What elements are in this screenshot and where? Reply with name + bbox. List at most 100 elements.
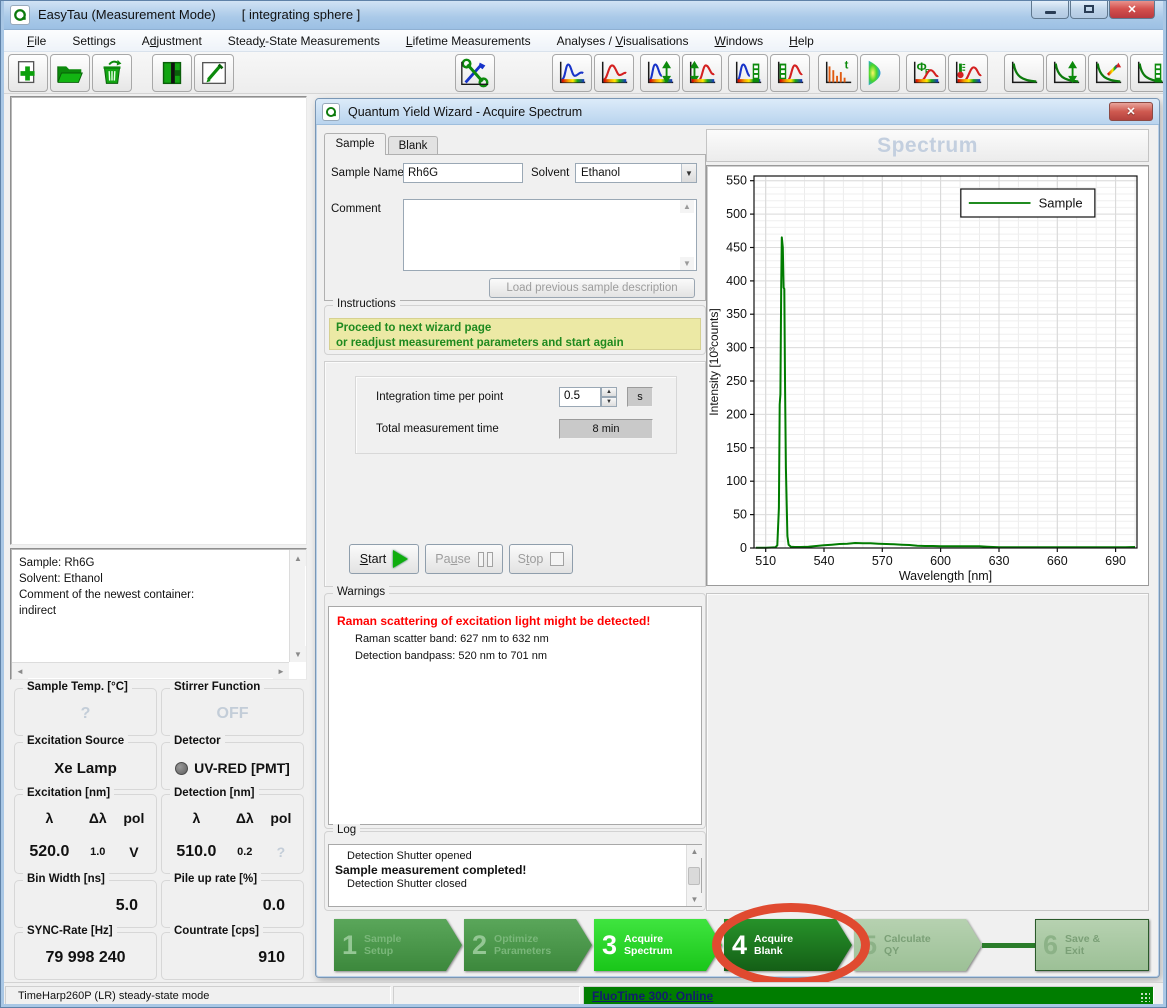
timetrace-icon[interactable]: t [818,54,858,92]
decay-movie-icon[interactable] [1130,54,1167,92]
excitation-spectrum-icon[interactable] [552,54,592,92]
step-connector [982,943,1035,948]
excitation-anisotropy-icon[interactable] [640,54,680,92]
title-bar[interactable]: EasyTau (Measurement Mode) [ integrating… [0,0,1167,30]
wizard-logo-icon [322,103,340,121]
detector-box: Detector UV-RED [PMT] [161,742,304,790]
menu-lifetime[interactable]: Lifetime Measurements [393,31,544,51]
menu-steady-state[interactable]: Steady-State Measurements [215,31,393,51]
temperature-series-icon[interactable] [948,54,988,92]
delete-icon[interactable] [92,54,132,92]
minimize-button[interactable] [1031,0,1069,19]
svg-text:690: 690 [1105,554,1126,568]
menu-settings[interactable]: Settings [59,31,128,51]
vertical-scrollbar[interactable]: ▲ ▼ [289,550,305,662]
scroll-up-icon[interactable]: ▲ [290,550,306,566]
stirrer-title: Stirrer Function [170,681,264,693]
minimize-icon [1045,11,1056,14]
svg-text:Intensity [10³counts]: Intensity [10³counts] [707,308,721,415]
emission-movie-icon[interactable] [770,54,810,92]
log-content: Detection Shutter opened Sample measurem… [328,844,702,907]
warning-detail: Raman scatter band: 627 nm to 632 nm [337,633,693,645]
quantum-yield-wizard-dialog: Quantum Yield Wizard - Acquire Spectrum … [315,98,1160,978]
sync-rate-title: SYNC-Rate [Hz] [23,925,117,937]
spinner-up-icon[interactable]: ▲ [601,387,617,397]
emission-spectrum-icon[interactable] [594,54,634,92]
sample-compartment-icon[interactable] [152,54,192,92]
open-file-icon[interactable] [50,54,90,92]
sample-name-input[interactable] [403,163,523,183]
svg-text:Sample: Sample [1039,196,1083,211]
step-calculate-qy[interactable]: 5CalculateQY [854,919,982,971]
excitation-movie-icon[interactable] [728,54,768,92]
scroll-up-icon[interactable]: ▲ [687,845,702,858]
integration-time-input[interactable]: 0.5 [559,387,601,407]
pause-button: Pause [425,544,503,574]
pileup-value: 0.0 [166,889,299,923]
svg-text:t: t [845,59,849,71]
stop-icon [550,552,564,566]
quantum-yield-icon[interactable]: ΦF [906,54,946,92]
sample-temp-title: Sample Temp. [°C] [23,681,132,693]
info-line: Solvent: Ethanol [19,571,282,587]
new-measurement-icon[interactable] [8,54,48,92]
horizontal-scrollbar[interactable]: ◄ ► [12,662,289,678]
menu-file[interactable]: File [14,31,59,51]
step-acquire-spectrum[interactable]: 3AcquireSpectrum [594,919,722,971]
scroll-thumb[interactable] [688,867,700,885]
decay-icon[interactable] [1004,54,1044,92]
scroll-up-icon[interactable]: ▲ [680,200,694,213]
scroll-down-icon[interactable]: ▼ [290,646,306,662]
excitation-wavelength: 520.0 [29,843,69,861]
solvent-select[interactable]: Ethanol ▼ [575,163,697,183]
decay-anisotropy-icon[interactable] [1046,54,1086,92]
decay-irf-icon[interactable] [1088,54,1128,92]
comment-textarea[interactable] [403,199,697,271]
contour-plot-icon[interactable] [860,54,900,92]
start-button[interactable]: Start [349,544,419,574]
scroll-down-icon[interactable]: ▼ [687,893,702,906]
excitation-source-value: Xe Lamp [19,751,152,785]
spectrum-panel-title: Spectrum [877,134,978,158]
scroll-down-icon[interactable]: ▼ [680,257,694,270]
svg-text:350: 350 [726,307,747,321]
status-spacer [393,986,580,1006]
close-button[interactable]: ✕ [1109,0,1155,19]
menu-adjustment[interactable]: Adjustment [129,31,215,51]
tab-blank[interactable]: Blank [388,136,438,155]
svg-text:500: 500 [726,207,747,221]
svg-text:0: 0 [740,541,747,555]
toolbar: t ΦF [0,52,1167,94]
step-save-exit[interactable]: 6Save &Exit [1035,919,1149,971]
tab-sample[interactable]: Sample [324,133,386,155]
scroll-right-icon[interactable]: ► [273,663,289,679]
measurement-list[interactable] [10,96,307,545]
scroll-left-icon[interactable]: ◄ [12,663,28,679]
maximize-button[interactable] [1070,0,1108,19]
menu-help[interactable]: Help [776,31,827,51]
spinner-down-icon[interactable]: ▼ [601,397,617,407]
total-time-value: 8 min [559,419,653,439]
solvent-label: Solvent [531,167,569,179]
window-title: EasyTau (Measurement Mode) [38,7,216,22]
menu-windows[interactable]: Windows [701,31,776,51]
resize-grip[interactable] [1140,992,1150,1002]
wizard-title-bar[interactable]: Quantum Yield Wizard - Acquire Spectrum … [316,99,1159,125]
instructions-message: Proceed to next wizard page or readjust … [329,318,701,350]
dropdown-arrow-icon[interactable]: ▼ [681,164,696,182]
step-optimize-parameters[interactable]: 2OptimizeParameters [464,919,592,971]
sample-temp-box: Sample Temp. [°C] ? [14,688,157,736]
menu-analyses[interactable]: Analyses / Visualisations [544,31,702,51]
step-sample-setup[interactable]: 1SampleSetup [334,919,462,971]
spectrum-panel-header: Spectrum [706,129,1149,162]
log-scrollbar[interactable]: ▲ ▼ [686,845,701,906]
emission-anisotropy-icon[interactable] [682,54,722,92]
instrument-setup-icon[interactable] [455,54,495,92]
spectrum-chart[interactable]: 5105405706006306606900501001502002503003… [706,165,1149,586]
integration-time-stepper[interactable]: ▲ ▼ [601,387,617,407]
manual-adjust-icon[interactable] [194,54,234,92]
comment-label: Comment [331,203,381,215]
annotation-ellipse [712,903,870,987]
wizard-close-button[interactable]: ✕ [1109,102,1153,121]
sample-temp-value: ? [19,697,152,731]
